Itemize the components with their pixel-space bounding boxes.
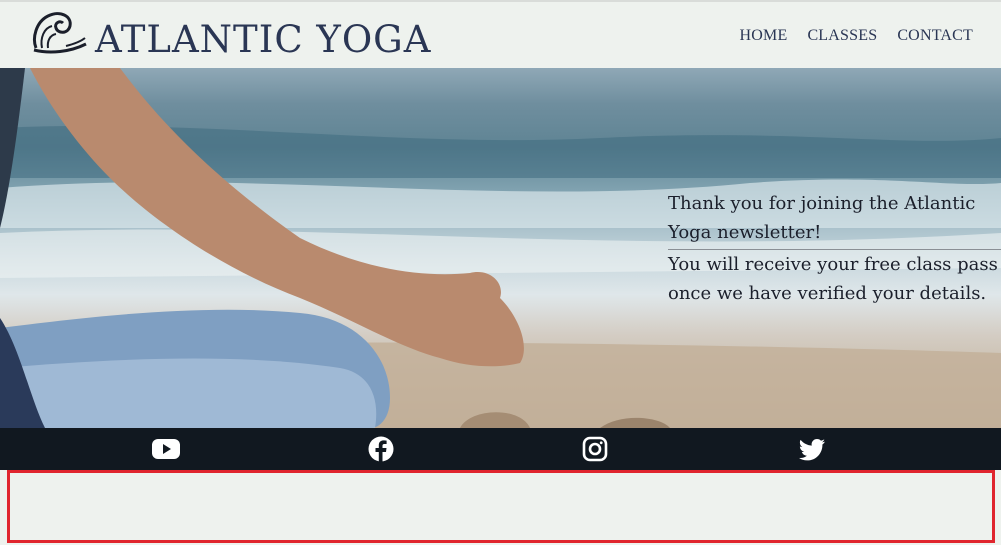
highlighted-empty-region [7,470,995,543]
site-header: ATLANTIC YOGA HOME CLASSES CONTACT [0,0,1001,68]
hero-image: Thank you for joining the Atlantic Yoga … [0,68,1001,428]
nav-contact-link[interactable]: CONTACT [897,27,973,45]
newsletter-confirmation: Thank you for joining the Atlantic Yoga … [668,189,1001,308]
nav-home-link[interactable]: HOME [740,27,788,45]
nav-classes-link[interactable]: CLASSES [807,27,877,45]
wave-logo-icon[interactable] [30,8,88,54]
confirmation-detail: You will receive your free class pass on… [668,254,998,304]
brand-title[interactable]: ATLANTIC YOGA [95,17,431,63]
social-bar [0,428,1001,470]
facebook-icon[interactable] [366,435,396,463]
twitter-icon[interactable] [797,435,827,463]
youtube-icon[interactable] [151,435,181,463]
instagram-icon[interactable] [580,435,610,463]
confirmation-heading: Thank you for joining the Atlantic Yoga … [668,189,1001,250]
main-nav: HOME CLASSES CONTACT [740,27,973,45]
